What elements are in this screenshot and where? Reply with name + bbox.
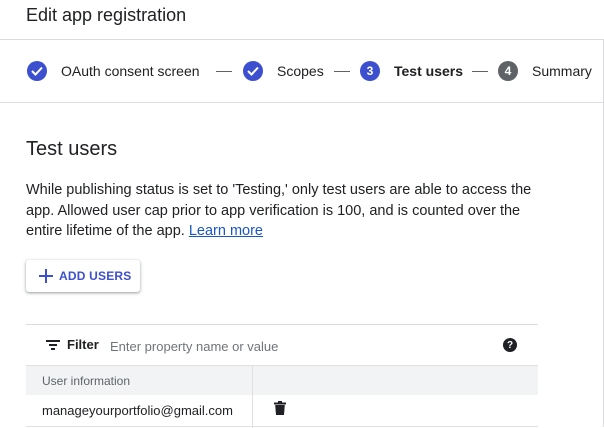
step-scopes[interactable]: Scopes xyxy=(243,59,324,83)
test-users-table: Filter ? User information manageyourport… xyxy=(26,324,538,428)
page-title: Edit app registration xyxy=(26,5,187,25)
step-number: 4 xyxy=(498,61,518,81)
step-label: Summary xyxy=(532,63,592,79)
add-users-button[interactable]: ADD USERS xyxy=(26,260,140,292)
step-label: Scopes xyxy=(277,63,324,79)
add-users-label: ADD USERS xyxy=(59,269,132,283)
section-title: Test users xyxy=(26,138,118,160)
step-number: 3 xyxy=(360,61,380,81)
section-description: While publishing status is set to 'Testi… xyxy=(26,180,546,242)
check-circle-icon xyxy=(243,61,263,81)
filter-input[interactable] xyxy=(108,335,492,357)
learn-more-link[interactable]: Learn more xyxy=(189,223,263,239)
filter-icon[interactable] xyxy=(46,340,60,350)
app-header: Edit app registration xyxy=(0,0,604,40)
step-separator xyxy=(216,71,232,72)
step-oauth-consent-screen[interactable]: OAuth consent screen xyxy=(27,59,200,83)
step-label: Test users xyxy=(394,63,463,79)
filter-label: Filter xyxy=(67,337,99,352)
user-email: manageyourportfolio@gmail.com xyxy=(42,403,233,418)
plus-icon xyxy=(39,269,53,283)
check-circle-icon xyxy=(27,61,47,81)
filter-bar: Filter ? xyxy=(26,325,538,365)
step-summary[interactable]: 4 Summary xyxy=(498,59,592,83)
stepper: OAuth consent screen Scopes 3 Test users… xyxy=(0,40,604,103)
help-icon[interactable]: ? xyxy=(503,338,517,352)
step-test-users[interactable]: 3 Test users xyxy=(360,59,463,83)
table-row: manageyourportfolio@gmail.com xyxy=(26,395,538,427)
table-header: User information xyxy=(26,365,538,395)
step-separator xyxy=(472,71,488,72)
step-label: OAuth consent screen xyxy=(61,63,200,79)
column-header-user-information[interactable]: User information xyxy=(42,374,130,388)
step-separator xyxy=(334,71,350,72)
description-text: While publishing status is set to 'Testi… xyxy=(26,182,532,239)
delete-icon[interactable] xyxy=(274,401,286,415)
